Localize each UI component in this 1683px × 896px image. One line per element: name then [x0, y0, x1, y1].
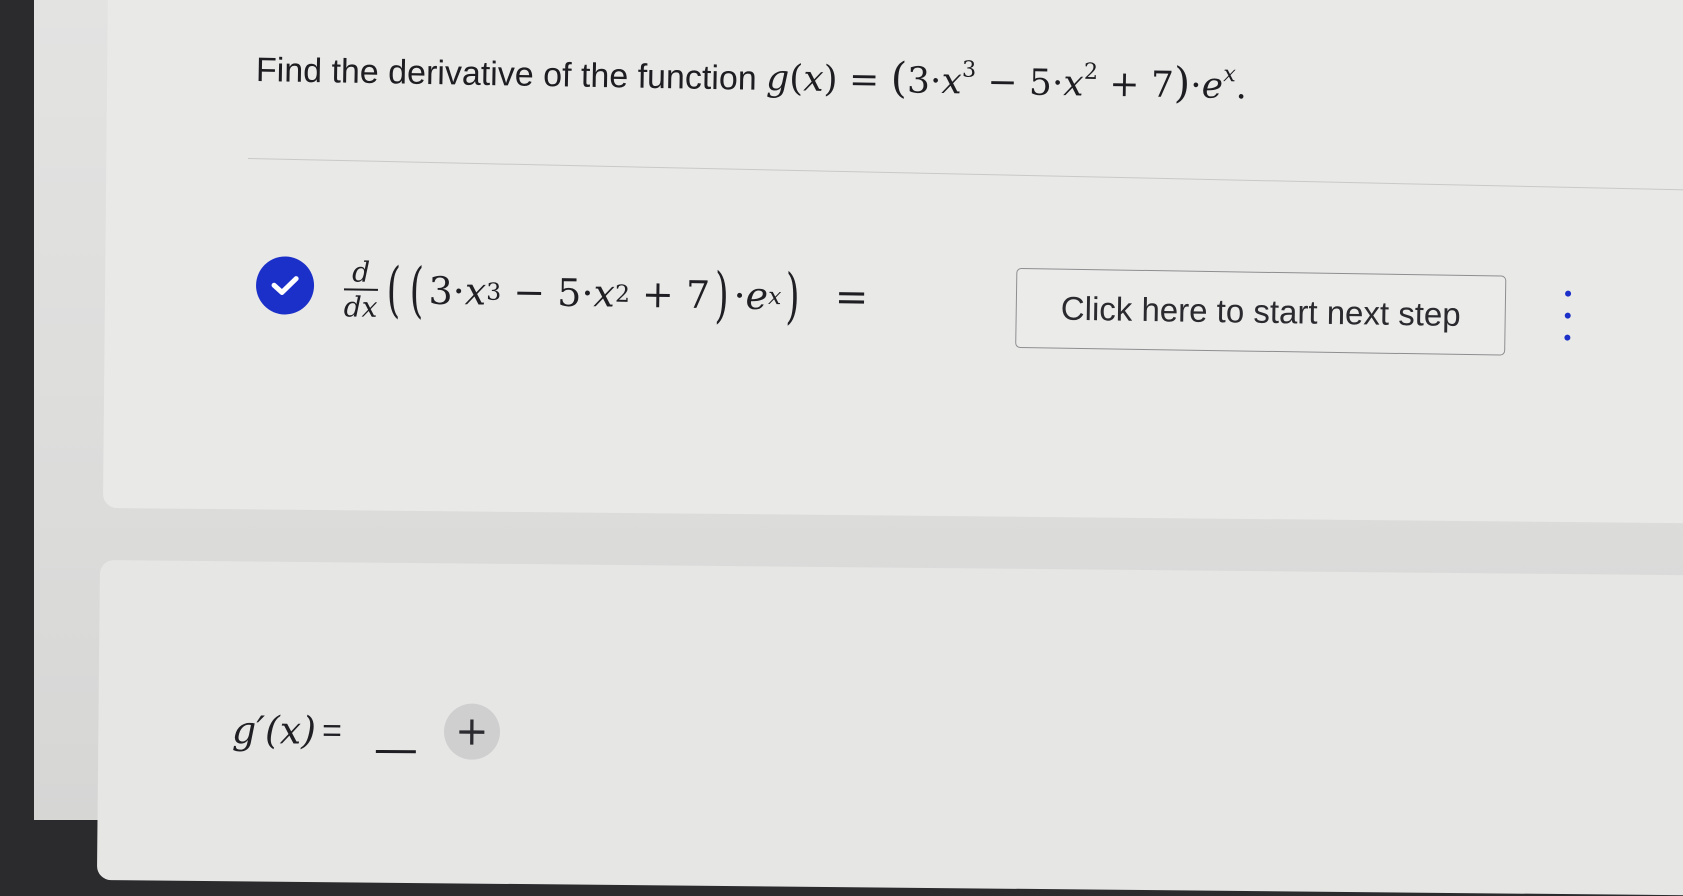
question-prompt: Find the derivative of the function [255, 51, 758, 98]
answer-row: g′(x) = + [231, 702, 501, 760]
check-circle-icon [255, 256, 315, 315]
equals-sign: = [834, 274, 869, 321]
screen: Find the derivative of the function g(x)… [34, 0, 1683, 896]
question-function: g(x) = (3·x3 − 5·x2 + 7)·ex. [765, 53, 1248, 108]
derivative-operator: d dx [343, 255, 378, 324]
answer-equals: = [321, 711, 343, 750]
add-term-label: + [454, 708, 489, 755]
answer-blank[interactable] [375, 749, 416, 753]
plus-icon[interactable]: + [443, 703, 501, 760]
start-next-step-label: Click here to start next step [1060, 289, 1461, 333]
derivative-expression: d dx (( 3 · x 3 − 5 · x 2 + 7) · e x) = [343, 255, 869, 332]
start-next-step-button[interactable]: Click here to start next step [1015, 267, 1507, 356]
vertical-ellipsis-icon[interactable] [1557, 290, 1578, 341]
answer-label: g′(x) [231, 708, 317, 753]
